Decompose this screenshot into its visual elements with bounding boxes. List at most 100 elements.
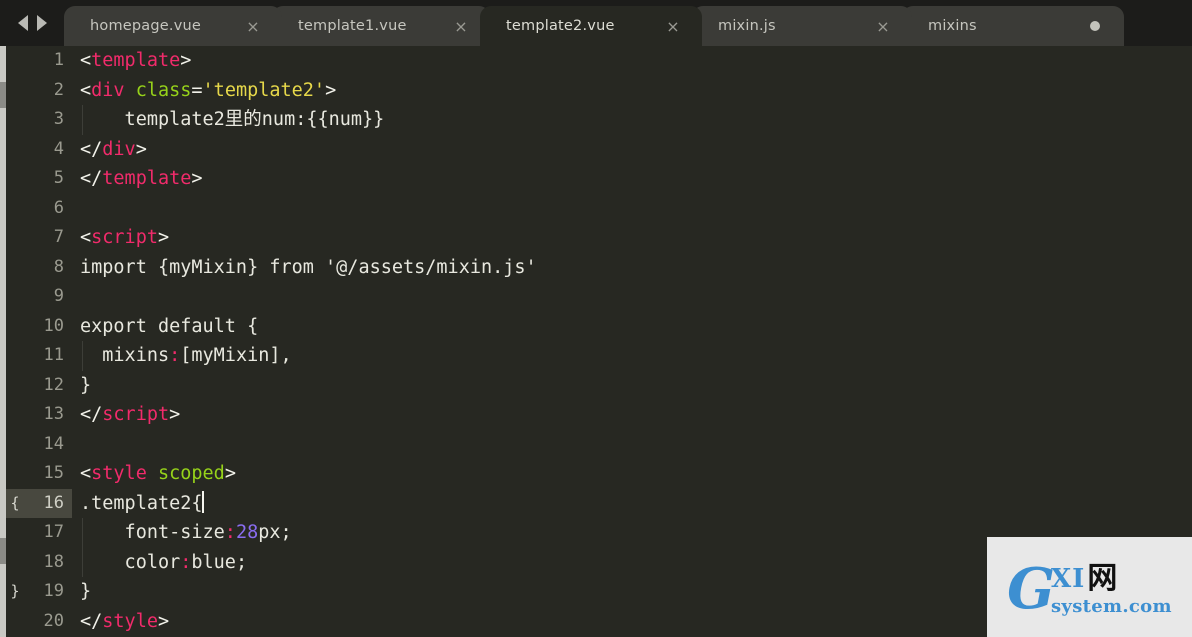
tab-close-icon[interactable]: × <box>446 6 476 46</box>
token-punct: < <box>80 79 92 101</box>
line-number: 16 <box>24 488 72 518</box>
code-line[interactable]: 4 </div> <box>6 135 1192 165</box>
arrow-left-icon[interactable] <box>17 15 28 31</box>
indent-guide <box>82 547 83 577</box>
tab-close-icon[interactable]: × <box>658 6 688 46</box>
code-line[interactable]: 15 <style scoped> <box>6 459 1192 489</box>
code-line-text[interactable]: <style scoped> <box>72 459 1192 489</box>
token-punct: > <box>180 50 192 71</box>
code-line[interactable]: 3 template2里的num:{{num}} <box>6 105 1192 135</box>
fold-gutter-spacer <box>6 459 24 489</box>
token-plain: color <box>80 551 181 573</box>
code-line[interactable]: 10 export default { <box>6 312 1192 342</box>
token-plain: .template2{ <box>80 492 203 514</box>
token-plain: template2里的num:{{num}} <box>80 109 385 130</box>
text-cursor <box>201 490 204 513</box>
arrow-right-icon[interactable] <box>36 15 47 31</box>
code-line-text[interactable]: mixins:[myMixin], <box>72 341 1192 371</box>
tab-label: mixin.js <box>718 18 776 34</box>
tab-mixin-js[interactable]: mixin.js × <box>692 6 912 46</box>
code-line-text[interactable]: .template2{ <box>72 489 1192 519</box>
code-line-text[interactable]: <div class='template2'> <box>72 76 1192 106</box>
code-line-text[interactable]: <script> <box>72 223 1192 253</box>
tab-mixins[interactable]: mixins <box>902 6 1124 46</box>
token-punct: > <box>224 463 236 484</box>
tab-unsaved-dot-icon[interactable] <box>1080 6 1110 46</box>
line-number: 9 <box>53 286 64 306</box>
code-line-text[interactable]: </template> <box>72 164 1192 194</box>
fold-gutter-spacer <box>6 194 24 224</box>
code-line[interactable]: 9 <box>6 282 1192 312</box>
code-line[interactable]: 6 <box>6 194 1192 224</box>
token-punct: > <box>157 227 170 248</box>
token-punct: > <box>325 79 337 101</box>
indent-guide <box>82 518 83 548</box>
token-punct: < <box>80 50 92 71</box>
code-line[interactable]: 13 </script> <box>6 400 1192 430</box>
token-plain: import {myMixin} from '@/assets/mixin.js… <box>80 256 537 278</box>
token-number: 28 <box>235 522 259 543</box>
code-line[interactable]: {16 .template2{ <box>6 488 1192 519</box>
fold-gutter-spacer <box>6 400 24 430</box>
tab-label: template1.vue <box>298 18 407 34</box>
tab-template1-vue[interactable]: template1.vue × <box>272 6 490 46</box>
token-colon: : <box>169 345 181 366</box>
code-line-text[interactable]: } <box>72 371 1192 401</box>
fold-marker-icon[interactable]: { <box>6 488 24 518</box>
code-line[interactable]: 11 mixins:[myMixin], <box>6 341 1192 371</box>
editor-pane: 1 <template> 2 <div class='template2'> 3 tem… <box>0 46 1192 637</box>
token-tag: script <box>91 227 158 248</box>
site-watermark: G XI 网 system.com <box>987 537 1192 637</box>
tab-close-icon[interactable]: × <box>868 6 898 46</box>
code-line[interactable]: 5 </template> <box>6 164 1192 194</box>
token-colon: : <box>224 522 236 543</box>
code-line[interactable]: 12} <box>6 371 1192 401</box>
token-tag: template <box>91 50 181 71</box>
token-tag: style <box>102 610 158 632</box>
token-string: 'template2' <box>202 79 326 101</box>
code-line[interactable]: 7 <script> <box>6 223 1192 253</box>
token-punct: </ <box>80 168 103 189</box>
token-plain: } <box>80 374 92 396</box>
code-line-text[interactable]: </script> <box>72 400 1192 430</box>
tab-homepage-vue[interactable]: homepage.vue × <box>64 6 282 46</box>
line-number: 11 <box>43 345 64 365</box>
fold-gutter-spacer <box>6 312 24 342</box>
code-line-text[interactable]: template2里的num:{{num}} <box>72 105 1192 135</box>
fold-gutter-spacer <box>6 282 24 312</box>
code-line[interactable]: 14 <box>6 430 1192 460</box>
code-line[interactable]: 2 <div class='template2'> <box>6 76 1192 106</box>
fold-marker-icon[interactable]: } <box>6 577 24 607</box>
watermark-letter-g: G <box>1007 555 1055 622</box>
line-number: 12 <box>43 374 64 395</box>
fold-gutter-spacer <box>6 135 24 165</box>
fold-gutter-spacer <box>6 518 24 548</box>
token-plain: px; <box>258 522 292 543</box>
token-plain: } <box>80 581 92 602</box>
token-attr: scoped <box>157 463 225 484</box>
token-tag: script <box>102 404 170 425</box>
line-number: 7 <box>53 227 64 247</box>
code-line-text[interactable]: export default { <box>72 312 1192 342</box>
code-line-text[interactable]: </div> <box>72 135 1192 165</box>
fold-gutter-spacer <box>6 105 24 135</box>
code-line[interactable]: 8 import {myMixin} from '@/assets/mixin.j… <box>6 253 1192 283</box>
line-number: 19 <box>43 581 64 601</box>
tab-close-icon[interactable]: × <box>238 6 268 46</box>
code-line-text[interactable]: import {myMixin} from '@/assets/mixin.js… <box>72 253 1192 283</box>
code-line[interactable]: 1 <template> <box>6 46 1192 76</box>
token-attr: class <box>135 79 192 101</box>
fold-gutter-spacer <box>6 430 24 460</box>
fold-gutter-spacer <box>6 164 24 194</box>
indent-guide <box>82 341 83 371</box>
token-punct: < <box>80 463 92 484</box>
tab-label: homepage.vue <box>90 18 202 34</box>
fold-gutter-spacer <box>6 253 24 283</box>
code-line-text[interactable]: <template> <box>72 46 1192 76</box>
tab-template2-vue[interactable]: template2.vue × <box>480 6 702 46</box>
line-number: 6 <box>53 197 64 218</box>
fold-gutter-spacer <box>6 607 24 637</box>
token-plain: mixins <box>80 345 170 366</box>
